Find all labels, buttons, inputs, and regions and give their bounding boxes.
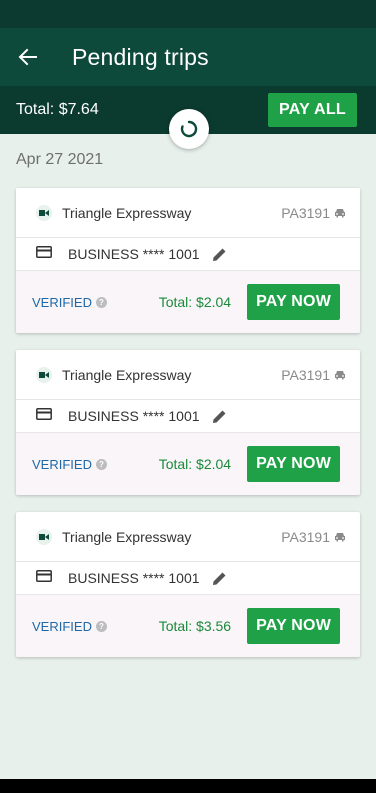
trip-road-row: Triangle Expressway PA3191 — [16, 512, 360, 562]
trip-road-row: Triangle Expressway PA3191 — [16, 188, 360, 238]
trip-total: Total: $2.04 — [158, 456, 232, 472]
trip-card: Triangle Expressway PA3191 BUSINESS ****… — [16, 188, 360, 333]
grand-total: Total: $7.64 — [16, 101, 99, 118]
car-icon — [334, 208, 346, 218]
trip-payment-row: VERIFIED ? Total: $2.04 PAY NOW — [16, 433, 360, 495]
date-group-header: Apr 27 2021 — [16, 151, 104, 168]
pencil-icon[interactable] — [212, 571, 227, 586]
trip-card: Triangle Expressway PA3191 BUSINESS ****… — [16, 512, 360, 657]
navigation-bar — [0, 779, 376, 793]
payment-account: BUSINESS **** 1001 — [68, 570, 200, 586]
verification-status: VERIFIED ? — [32, 619, 107, 634]
verification-status: VERIFIED ? — [32, 457, 107, 472]
payment-account-row[interactable]: BUSINESS **** 1001 — [16, 238, 360, 271]
pencil-icon[interactable] — [212, 409, 227, 424]
status-label: VERIFIED — [32, 618, 92, 634]
payment-account: BUSINESS **** 1001 — [68, 246, 200, 262]
road-name: Triangle Expressway — [62, 528, 192, 545]
verification-status: VERIFIED ? — [32, 295, 107, 310]
refresh-spinner-icon — [180, 120, 198, 138]
credit-card-icon — [36, 407, 52, 425]
trip-payment-row: VERIFIED ? Total: $3.56 PAY NOW — [16, 595, 360, 657]
status-bar — [0, 0, 376, 28]
page-title: Pending trips — [72, 43, 209, 70]
video-camera-icon — [36, 204, 52, 221]
road-name: Triangle Expressway — [62, 204, 192, 221]
credit-card-icon — [36, 245, 52, 263]
payment-account-row[interactable]: BUSINESS **** 1001 — [16, 400, 360, 433]
status-label: VERIFIED — [32, 456, 92, 472]
trip-payment-row: VERIFIED ? Total: $2.04 PAY NOW — [16, 271, 360, 333]
trip-total: Total: $3.56 — [158, 618, 232, 634]
road-name: Triangle Expressway — [62, 366, 192, 383]
payment-account-row[interactable]: BUSINESS **** 1001 — [16, 562, 360, 595]
app-bar: Pending trips — [0, 28, 376, 86]
video-camera-icon — [36, 366, 52, 383]
trip-card: Triangle Expressway PA3191 BUSINESS ****… — [16, 350, 360, 495]
back-button[interactable] — [0, 28, 56, 86]
status-label: VERIFIED — [32, 294, 92, 310]
license-plate: PA3191 — [281, 528, 330, 545]
pay-now-button[interactable]: PAY NOW — [247, 284, 340, 320]
refresh-spinner — [169, 109, 209, 149]
pay-now-button[interactable]: PAY NOW — [247, 608, 340, 644]
video-camera-icon — [36, 528, 52, 545]
payment-account: BUSINESS **** 1001 — [68, 408, 200, 424]
trip-road-row: Triangle Expressway PA3191 — [16, 350, 360, 400]
pay-now-button[interactable]: PAY NOW — [247, 446, 340, 482]
help-icon[interactable]: ? — [95, 296, 107, 308]
license-plate: PA3191 — [281, 204, 330, 221]
pencil-icon[interactable] — [212, 247, 227, 262]
arrow-left-icon — [18, 48, 37, 66]
credit-card-icon — [36, 569, 52, 587]
car-icon — [334, 532, 346, 542]
trip-total: Total: $2.04 — [158, 294, 232, 310]
car-icon — [334, 370, 346, 380]
pay-all-button[interactable]: PAY ALL — [267, 93, 357, 127]
license-plate: PA3191 — [281, 366, 330, 383]
help-icon[interactable]: ? — [95, 620, 107, 632]
help-icon[interactable]: ? — [95, 458, 107, 470]
